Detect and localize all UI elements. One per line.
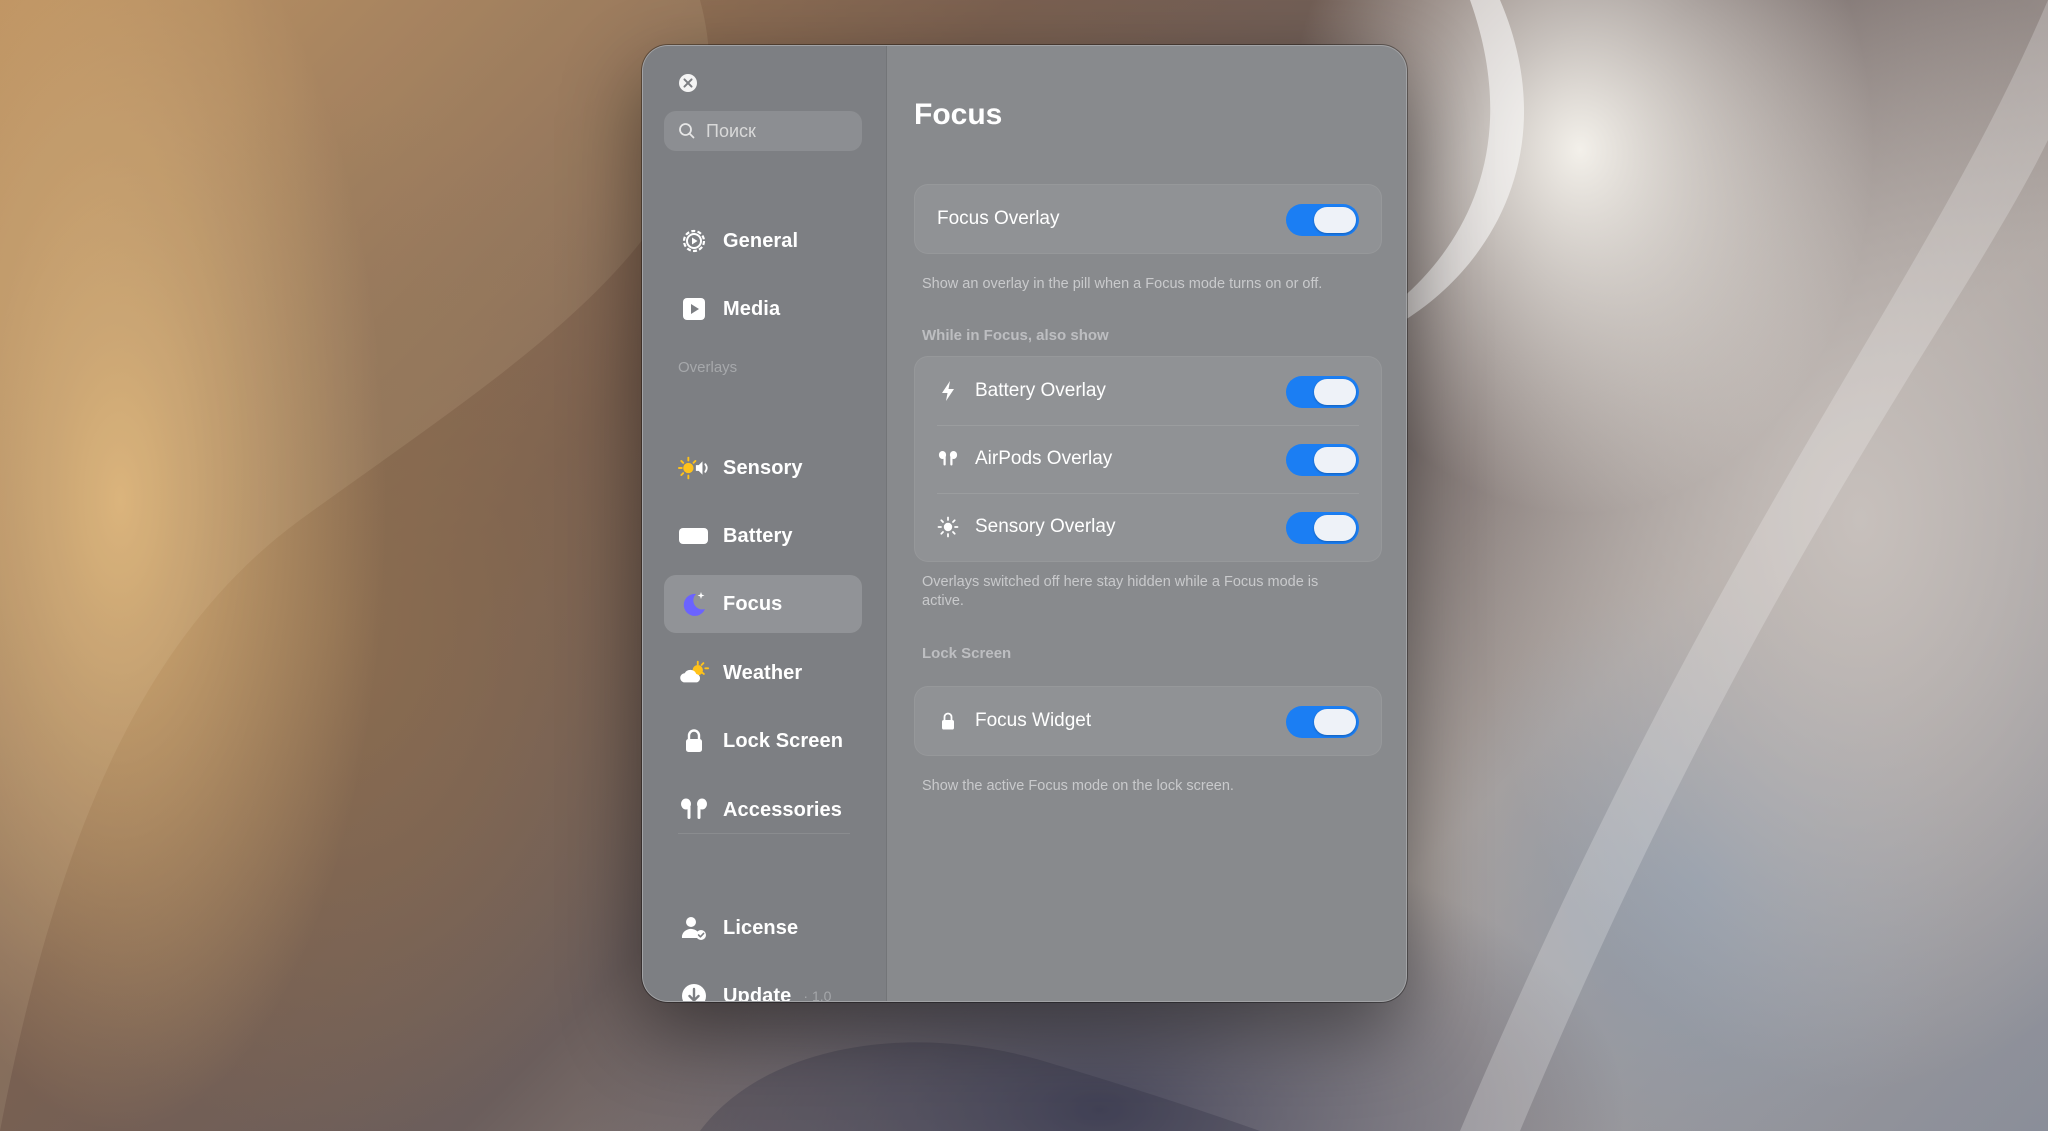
play-square-icon [678, 293, 710, 325]
airpods-overlay-toggle[interactable] [1286, 444, 1359, 476]
sidebar-divider [678, 833, 850, 834]
sidebar-item-label: Lock Screen [723, 729, 844, 752]
toggle-knob [1314, 207, 1356, 233]
sidebar-item-label: Update [723, 984, 792, 1002]
focus-overlay-card: Focus Overlay [914, 184, 1382, 254]
airpods-icon [937, 448, 959, 470]
sidebar-item-weather[interactable]: Weather [664, 644, 862, 702]
toggle-knob [1314, 515, 1356, 541]
sidebar-item-label: License [723, 916, 799, 939]
toggle-knob [1314, 447, 1356, 473]
overlays-note: Overlays switched off here stay hidden w… [922, 574, 1319, 609]
sun-speaker-icon [678, 452, 710, 484]
sidebar-item-label: Weather [723, 661, 803, 684]
focus-widget-note: Show the active Focus mode on the lock s… [922, 778, 1234, 794]
focus-overlay-toggle[interactable] [1286, 204, 1359, 236]
download-circle-icon [678, 980, 710, 1001]
sidebar: General Media Overlays [643, 46, 887, 1001]
sidebar-item-label: Accessories [723, 798, 842, 821]
search-input[interactable] [704, 119, 858, 143]
person-check-icon [678, 912, 710, 944]
sidebar-item-label: Media [723, 297, 781, 320]
sidebar-item-media[interactable]: Media [664, 280, 862, 338]
sidebar-item-label: Battery [723, 524, 793, 547]
sidebar-item-update[interactable]: Update · 1.0 [664, 967, 862, 1002]
focus-widget-toggle[interactable] [1286, 706, 1359, 738]
overlays-card: Battery Overlay AirPods Overlay Sensory … [914, 356, 1382, 562]
close-icon[interactable] [679, 74, 697, 92]
focus-overlay-label: Focus Overlay [937, 208, 1060, 229]
sidebar-item-license[interactable]: License [664, 899, 862, 957]
page-title: Focus [914, 98, 1003, 131]
battery-overlay-row: Battery Overlay [915, 357, 1381, 425]
sun-icon [937, 516, 959, 538]
sidebar-item-battery[interactable]: Battery [664, 507, 862, 565]
toggle-knob [1314, 709, 1356, 735]
sidebar-item-label: Focus [723, 592, 783, 615]
focus-widget-card: Focus Widget [914, 686, 1382, 756]
moon-icon [678, 588, 710, 620]
settings-window: General Media Overlays [642, 45, 1407, 1002]
search-field[interactable] [664, 111, 862, 151]
sensory-overlay-label: Sensory Overlay [975, 516, 1116, 537]
version-label: · 1.0 [803, 988, 832, 1002]
lock-icon [678, 725, 710, 757]
battery-overlay-label: Battery Overlay [975, 380, 1106, 401]
sidebar-section-overlays: Overlays [678, 359, 738, 376]
sidebar-item-accessories[interactable]: Accessories [664, 781, 862, 839]
toggle-knob [1314, 379, 1356, 405]
lock-screen-section-label: Lock Screen [922, 645, 1012, 662]
focus-widget-label: Focus Widget [975, 710, 1092, 731]
focus-overlay-row: Focus Overlay [915, 185, 1381, 253]
airpods-overlay-row: AirPods Overlay [915, 425, 1381, 493]
sensory-overlay-row: Sensory Overlay [915, 493, 1381, 561]
lock-icon [937, 710, 959, 732]
sidebar-item-label: Sensory [723, 456, 803, 479]
cloud-sun-icon [678, 657, 710, 689]
sidebar-item-sensory[interactable]: Sensory [664, 439, 862, 497]
battery-icon [678, 520, 710, 552]
airpods-icon [678, 794, 710, 826]
battery-overlay-toggle[interactable] [1286, 376, 1359, 408]
gear-play-icon [678, 225, 710, 257]
airpods-overlay-label: AirPods Overlay [975, 448, 1113, 469]
focus-overlay-note: Show an overlay in the pill when a Focus… [922, 276, 1323, 292]
focus-widget-row: Focus Widget [915, 687, 1381, 755]
sidebar-item-label: General [723, 229, 799, 252]
content-pane: Focus Focus Overlay Show an overlay in t… [887, 46, 1406, 1001]
sidebar-item-general[interactable]: General [664, 212, 862, 270]
while-in-focus-label: While in Focus, also show [922, 327, 1109, 344]
search-icon [679, 123, 695, 139]
bolt-icon [937, 380, 959, 402]
sidebar-item-lock-screen[interactable]: Lock Screen [664, 712, 862, 770]
sensory-overlay-toggle[interactable] [1286, 512, 1359, 544]
sidebar-item-focus[interactable]: Focus [664, 575, 862, 633]
